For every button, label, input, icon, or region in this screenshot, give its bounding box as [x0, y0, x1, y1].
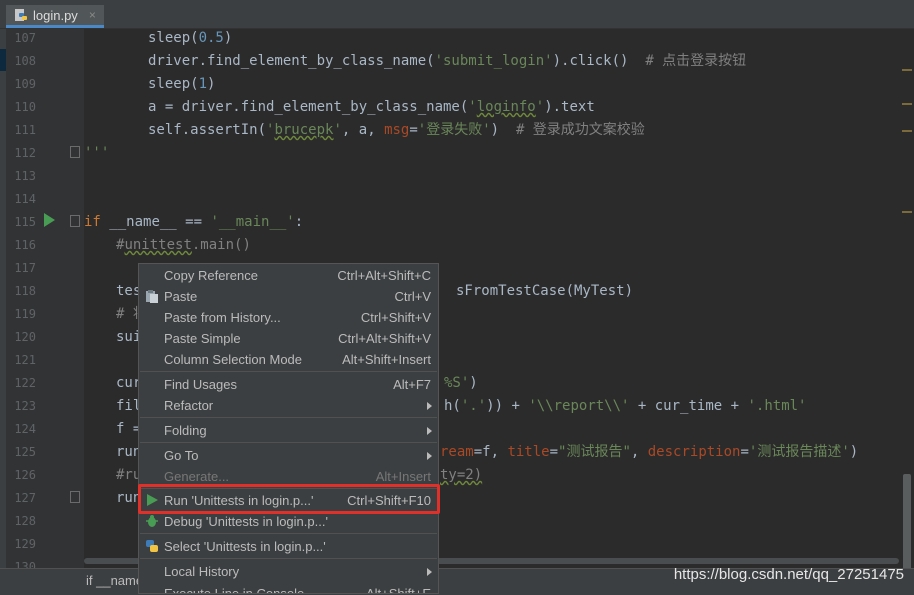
menu-item-column-selection-mode[interactable]: Column Selection Mode Alt+Shift+Insert	[139, 349, 438, 370]
menu-item-paste-simple[interactable]: Paste Simple Ctrl+Alt+Shift+V	[139, 328, 438, 349]
line-number: 108	[14, 54, 36, 68]
menu-item-paste-from-history[interactable]: Paste from History... Ctrl+Shift+V	[139, 307, 438, 328]
code-line-118-tail: sFromTestCase(MyTest)	[456, 283, 634, 299]
python-icon	[146, 540, 158, 552]
line-number: 116	[14, 238, 36, 252]
menu-item-find-usages[interactable]: Find Usages Alt+F7	[139, 374, 438, 395]
code-line-107: sleep(0.5)	[148, 30, 233, 46]
python-file-icon	[15, 9, 27, 21]
submenu-arrow-icon	[427, 427, 432, 435]
code-line-108: driver.find_element_by_class_name('submi…	[148, 53, 747, 69]
error-stripe[interactable]	[902, 211, 912, 213]
vertical-scrollbar[interactable]	[900, 29, 914, 575]
error-stripe[interactable]	[902, 130, 912, 132]
code-line-126-tail: ty=2)	[440, 467, 483, 483]
code-line-112: '''	[84, 145, 110, 161]
code-line-110: a = driver.find_element_by_class_name('l…	[148, 99, 595, 115]
line-number: 127	[14, 491, 36, 505]
line-number: 122	[14, 376, 36, 390]
menu-separator	[140, 371, 437, 372]
close-icon[interactable]: ×	[89, 8, 96, 22]
menu-separator	[140, 533, 437, 534]
code-line-111: self.assertIn('brucepk', a, msg='登录失败') …	[148, 122, 645, 138]
menu-item-debug-unittests[interactable]: Debug 'Unittests in login.p...'	[139, 511, 438, 532]
menu-item-select-unittests[interactable]: Select 'Unittests in login.p...'	[139, 536, 438, 557]
line-number: 119	[14, 307, 36, 321]
tab-title: login.py	[33, 7, 78, 23]
code-line-109: sleep(1)	[148, 76, 216, 92]
highlight-box	[138, 484, 440, 514]
line-number: 120	[14, 330, 36, 344]
editor-tab-bar: login.py ×	[0, 0, 914, 29]
menu-item-go-to[interactable]: Go To	[139, 445, 438, 466]
code-line-125-tail: ream=f, title="测试报告", description='测试报告描…	[440, 444, 859, 460]
menu-item-paste[interactable]: Paste Ctrl+V	[139, 286, 438, 307]
line-number: 114	[14, 192, 36, 206]
context-menu: Copy Reference Ctrl+Alt+Shift+C Paste Ctrl…	[138, 263, 439, 594]
line-number: 110	[14, 100, 36, 114]
line-number: 121	[14, 353, 36, 367]
submenu-arrow-icon	[427, 568, 432, 576]
fold-marker-icon[interactable]	[70, 491, 80, 503]
line-number: 109	[14, 77, 36, 91]
breadcrumb-item[interactable]: if __name	[86, 573, 143, 588]
menu-item-copy-reference[interactable]: Copy Reference Ctrl+Alt+Shift+C	[139, 265, 438, 286]
tab-login-py[interactable]: login.py ×	[6, 5, 104, 28]
line-number: 111	[14, 123, 36, 137]
line-number: 112	[14, 146, 36, 160]
line-number: 115	[14, 215, 36, 229]
scrollbar-thumb[interactable]	[903, 474, 911, 570]
menu-separator	[140, 417, 437, 418]
code-line-115: if __name__ == '__main__':	[84, 214, 304, 230]
error-stripe[interactable]	[902, 103, 912, 105]
line-number: 118	[14, 284, 36, 298]
code-line-116: #unittest.main()	[116, 237, 251, 253]
menu-item-execute-line-in-console[interactable]: Execute Line in Console Alt+Shift+E	[139, 583, 438, 593]
line-number: 128	[14, 514, 36, 528]
menu-separator	[140, 558, 437, 559]
line-number-gutter[interactable]: 107 108 109 110 111 112 113 114 115 116 …	[6, 29, 84, 575]
watermark: https://blog.csdn.net/qq_27251475	[673, 566, 904, 583]
menu-item-local-history[interactable]: Local History	[139, 561, 438, 582]
line-number: 126	[14, 468, 36, 482]
menu-separator	[140, 442, 437, 443]
fold-marker-icon[interactable]	[70, 215, 80, 227]
error-stripe[interactable]	[902, 69, 912, 71]
clipboard-icon	[146, 290, 158, 303]
code-line-122-tail: %S')	[444, 375, 478, 391]
line-number: 123	[14, 399, 36, 413]
menu-item-refactor[interactable]: Refactor	[139, 395, 438, 416]
submenu-arrow-icon	[427, 402, 432, 410]
submenu-arrow-icon	[427, 452, 432, 460]
code-line-123-tail: h('.')) + '\\report\\' + cur_time + '.ht…	[444, 398, 807, 414]
line-number: 125	[14, 445, 36, 459]
fold-marker-icon[interactable]	[70, 146, 80, 158]
menu-item-folding[interactable]: Folding	[139, 420, 438, 441]
debug-icon	[146, 515, 158, 527]
line-number: 117	[14, 261, 36, 275]
line-number: 129	[14, 537, 36, 551]
line-number: 124	[14, 422, 36, 436]
line-number: 113	[14, 169, 36, 183]
run-gutter-icon[interactable]	[44, 213, 55, 227]
line-number: 107	[14, 31, 36, 45]
